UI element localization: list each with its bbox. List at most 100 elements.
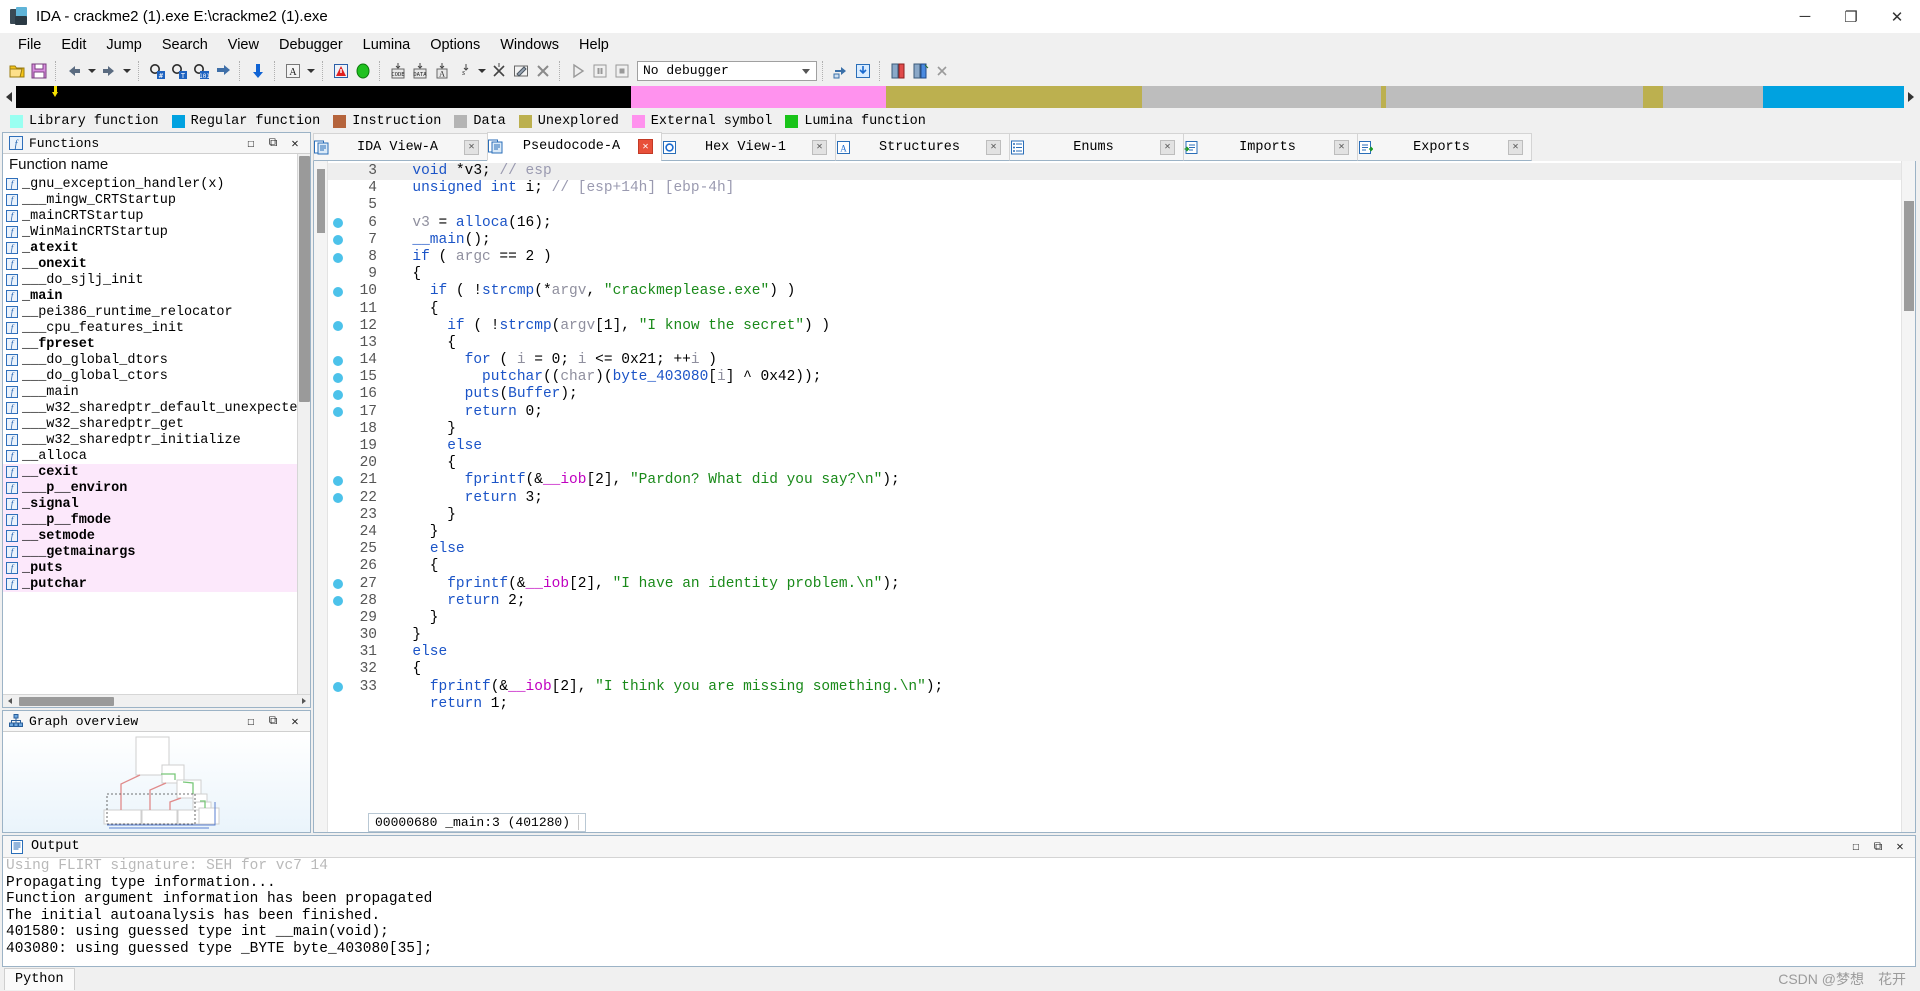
nav-segment-unexplored-3[interactable]	[1141, 86, 1381, 108]
nav-segment-data[interactable]	[886, 86, 1142, 108]
function-list-item[interactable]: f ___w32_sharedptr_default_unexpected	[3, 400, 297, 416]
function-list-item[interactable]: f _putchar	[3, 576, 297, 592]
search-text-icon[interactable]: T	[168, 60, 190, 82]
hscroll-right-icon[interactable]	[297, 695, 310, 708]
nav-segment-unexplored-marker[interactable]	[1642, 86, 1663, 108]
function-list-item[interactable]: f _main	[3, 288, 297, 304]
pseudocode-line[interactable]: 21 fprintf(&__iob[2], "Pardon? What did …	[328, 472, 1901, 489]
functions-horizontal-scrollbar[interactable]	[3, 694, 310, 707]
breakpoint-marker-icon[interactable]	[333, 596, 343, 607]
functions-hscroll-thumb[interactable]	[19, 697, 114, 706]
graph-restore-icon[interactable]: ⧉	[262, 712, 284, 731]
function-list-item[interactable]: f _mainCRTStartup	[3, 208, 297, 224]
graph-close-icon[interactable]: ✕	[284, 712, 306, 731]
breakpoint-marker-icon[interactable]	[333, 252, 343, 263]
breakpoint-marker-icon[interactable]	[333, 390, 343, 401]
tab-close-icon[interactable]: ✕	[1334, 139, 1349, 155]
pseudocode-line[interactable]: 3 void *v3; // esp	[328, 163, 1901, 181]
pseudocode-scroll-thumb[interactable]	[1904, 201, 1914, 311]
pseudocode-line[interactable]: 6 v3 = alloca(16);	[328, 215, 1901, 232]
pseudocode-line[interactable]: 26 {	[328, 558, 1901, 575]
tab-exports[interactable]: Exports ✕	[1357, 133, 1532, 161]
function-list-item[interactable]: f _WinMainCRTStartup	[3, 224, 297, 240]
pseudocode-line[interactable]: 22 return 3;	[328, 490, 1901, 507]
nav-segment-regular-function[interactable]	[1762, 86, 1904, 108]
pseudocode-line[interactable]: return 1;	[328, 696, 1901, 713]
breakpoint-marker-icon[interactable]	[333, 407, 343, 418]
function-list-item[interactable]: f ___w32_sharedptr_get	[3, 416, 297, 432]
tab-close-icon[interactable]: ✕	[1160, 139, 1175, 155]
step-into-icon[interactable]	[852, 60, 874, 82]
text-style-dropdown-icon[interactable]	[304, 60, 317, 82]
lumina-pull-icon[interactable]	[909, 60, 931, 82]
menu-search[interactable]: Search	[152, 35, 218, 55]
menu-file[interactable]: File	[8, 35, 51, 55]
menu-jump[interactable]: Jump	[96, 35, 151, 55]
functions-vertical-scrollbar[interactable]	[297, 154, 310, 694]
debug-stop-icon[interactable]	[611, 60, 633, 82]
make-data-icon[interactable]: DATA	[409, 60, 431, 82]
debugger-select[interactable]: No debugger	[637, 60, 817, 81]
function-list-item[interactable]: f ___do_global_dtors	[3, 352, 297, 368]
function-list-item[interactable]: f __pei386_runtime_relocator	[3, 304, 297, 320]
search-binary-icon[interactable]: 101	[190, 60, 212, 82]
make-string-icon[interactable]: A	[431, 60, 453, 82]
function-list-item[interactable]: f ___w32_sharedptr_initialize	[3, 432, 297, 448]
pseudocode-line[interactable]: 32 {	[328, 661, 1901, 678]
pseudocode-line[interactable]: 15 putchar((char)(byte_403080[i] ^ 0x42)…	[328, 369, 1901, 386]
menu-lumina[interactable]: Lumina	[353, 35, 421, 55]
function-list-item[interactable]: f ___do_sjlj_init	[3, 272, 297, 288]
make-code-icon[interactable]: CODE	[387, 60, 409, 82]
delete-function-icon[interactable]	[532, 60, 554, 82]
pseudocode-line[interactable]: 14 for ( i = 0; i <= 0x21; ++i )	[328, 352, 1901, 369]
back-dropdown-icon[interactable]	[85, 60, 98, 82]
breakpoint-marker-icon[interactable]	[333, 321, 343, 332]
function-list-item[interactable]: f _puts	[3, 560, 297, 576]
make-struct-icon[interactable]: s	[453, 60, 475, 82]
nav-segment-unexplored-2[interactable]	[1385, 86, 1643, 108]
lumina-push-icon[interactable]	[887, 60, 909, 82]
functions-close-icon[interactable]: ✕	[284, 134, 306, 153]
pseudocode-line[interactable]: 31 else	[328, 644, 1901, 661]
jump-icon[interactable]	[212, 60, 234, 82]
tab-close-icon[interactable]: ✕	[1508, 139, 1523, 155]
functions-maximize-icon[interactable]: ☐	[240, 134, 262, 153]
breakpoint-marker-icon[interactable]	[333, 218, 343, 229]
pseudocode-line[interactable]: 10 if ( !strcmp(*argv, "crackmeplease.ex…	[328, 283, 1901, 300]
function-list-item[interactable]: f __fpreset	[3, 336, 297, 352]
output-restore-icon[interactable]: ⧉	[1867, 837, 1889, 856]
nav-scroll-right-icon[interactable]	[1904, 84, 1918, 110]
back-arrow-icon[interactable]	[63, 60, 85, 82]
pseudocode-line[interactable]: 24 }	[328, 524, 1901, 541]
function-list-item[interactable]: f __alloca	[3, 448, 297, 464]
function-list-item[interactable]: f ___mingw_CRTStartup	[3, 192, 297, 208]
minimize-button[interactable]: ─	[1782, 0, 1828, 33]
hscroll-left-icon[interactable]	[3, 695, 16, 708]
breakpoint-marker-icon[interactable]	[333, 475, 343, 486]
breakpoint-marker-icon[interactable]	[333, 579, 343, 590]
pseudocode-line[interactable]: 29 }	[328, 610, 1901, 627]
function-list-item[interactable]: f ___p__fmode	[3, 512, 297, 528]
nav-segment-unexplored[interactable]	[1662, 86, 1763, 108]
pseudocode-text-area[interactable]: 3 void *v3; // esp 4 unsigned int i; // […	[328, 161, 1901, 832]
pseudocode-line[interactable]: 27 fprintf(&__iob[2], "I have an identit…	[328, 576, 1901, 593]
function-list-item[interactable]: f _signal	[3, 496, 297, 512]
text-style-icon[interactable]: A	[282, 60, 304, 82]
navigation-band[interactable]	[16, 86, 1904, 108]
down-arrow-icon[interactable]	[247, 60, 269, 82]
pseudocode-line[interactable]: 30 }	[328, 627, 1901, 644]
step-over-icon[interactable]	[830, 60, 852, 82]
functions-scroll-thumb[interactable]	[299, 156, 310, 402]
pseudocode-line[interactable]: 8 if ( argc == 2 )	[328, 249, 1901, 266]
breakpoint-marker-icon[interactable]	[333, 235, 343, 246]
nav-segment-unmapped[interactable]	[16, 86, 632, 108]
tab-structures[interactable]: A Structures ✕	[835, 133, 1010, 161]
breakpoint-marker-icon[interactable]	[333, 493, 343, 504]
pseudocode-line[interactable]: 28 return 2;	[328, 593, 1901, 610]
function-list-item[interactable]: f _atexit	[3, 240, 297, 256]
functions-restore-icon[interactable]: ⧉	[262, 134, 284, 153]
breakpoint-marker-icon[interactable]	[333, 372, 343, 383]
function-list-item[interactable]: f ___p__environ	[3, 480, 297, 496]
tab-close-icon[interactable]: ✕	[812, 139, 827, 155]
save-icon[interactable]	[28, 60, 50, 82]
